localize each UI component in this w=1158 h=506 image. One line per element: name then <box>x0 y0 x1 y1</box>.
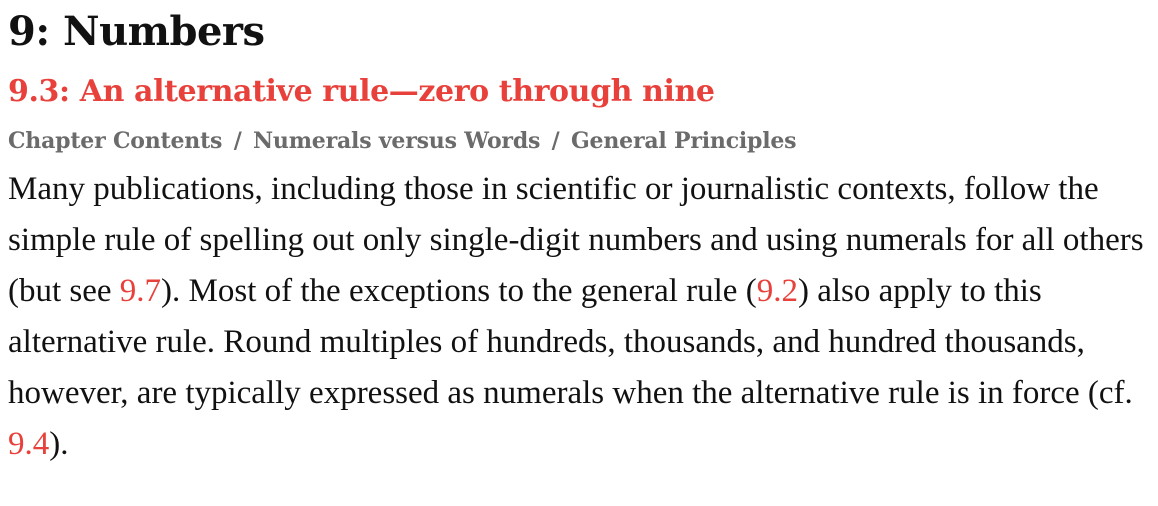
breadcrumb-separator: / <box>233 128 242 154</box>
breadcrumb-numerals-versus-words[interactable]: Numerals versus Words <box>253 128 540 154</box>
breadcrumb-separator: / <box>551 128 560 154</box>
paragraph-text: ). Most of the exceptions to the general… <box>161 273 757 309</box>
cross-reference-link-9-4[interactable]: 9.4 <box>8 426 49 462</box>
section-title: 9.3: An alternative rule—zero through ni… <box>8 74 715 109</box>
breadcrumb-general-principles[interactable]: General Principles <box>571 128 797 154</box>
page-content: 9: Numbers 9.3: An alternative rule—zero… <box>8 6 1148 470</box>
body-paragraph: Many publications, including those in sc… <box>8 164 1148 470</box>
cross-reference-link-9-2[interactable]: 9.2 <box>757 273 798 309</box>
breadcrumb: Chapter Contents / Numerals versus Words… <box>8 126 1148 156</box>
chapter-title: 9: Numbers <box>8 8 265 55</box>
breadcrumb-chapter-contents[interactable]: Chapter Contents <box>8 128 222 154</box>
cross-reference-link-9-7[interactable]: 9.7 <box>120 273 161 309</box>
paragraph-text: ). <box>49 426 69 462</box>
